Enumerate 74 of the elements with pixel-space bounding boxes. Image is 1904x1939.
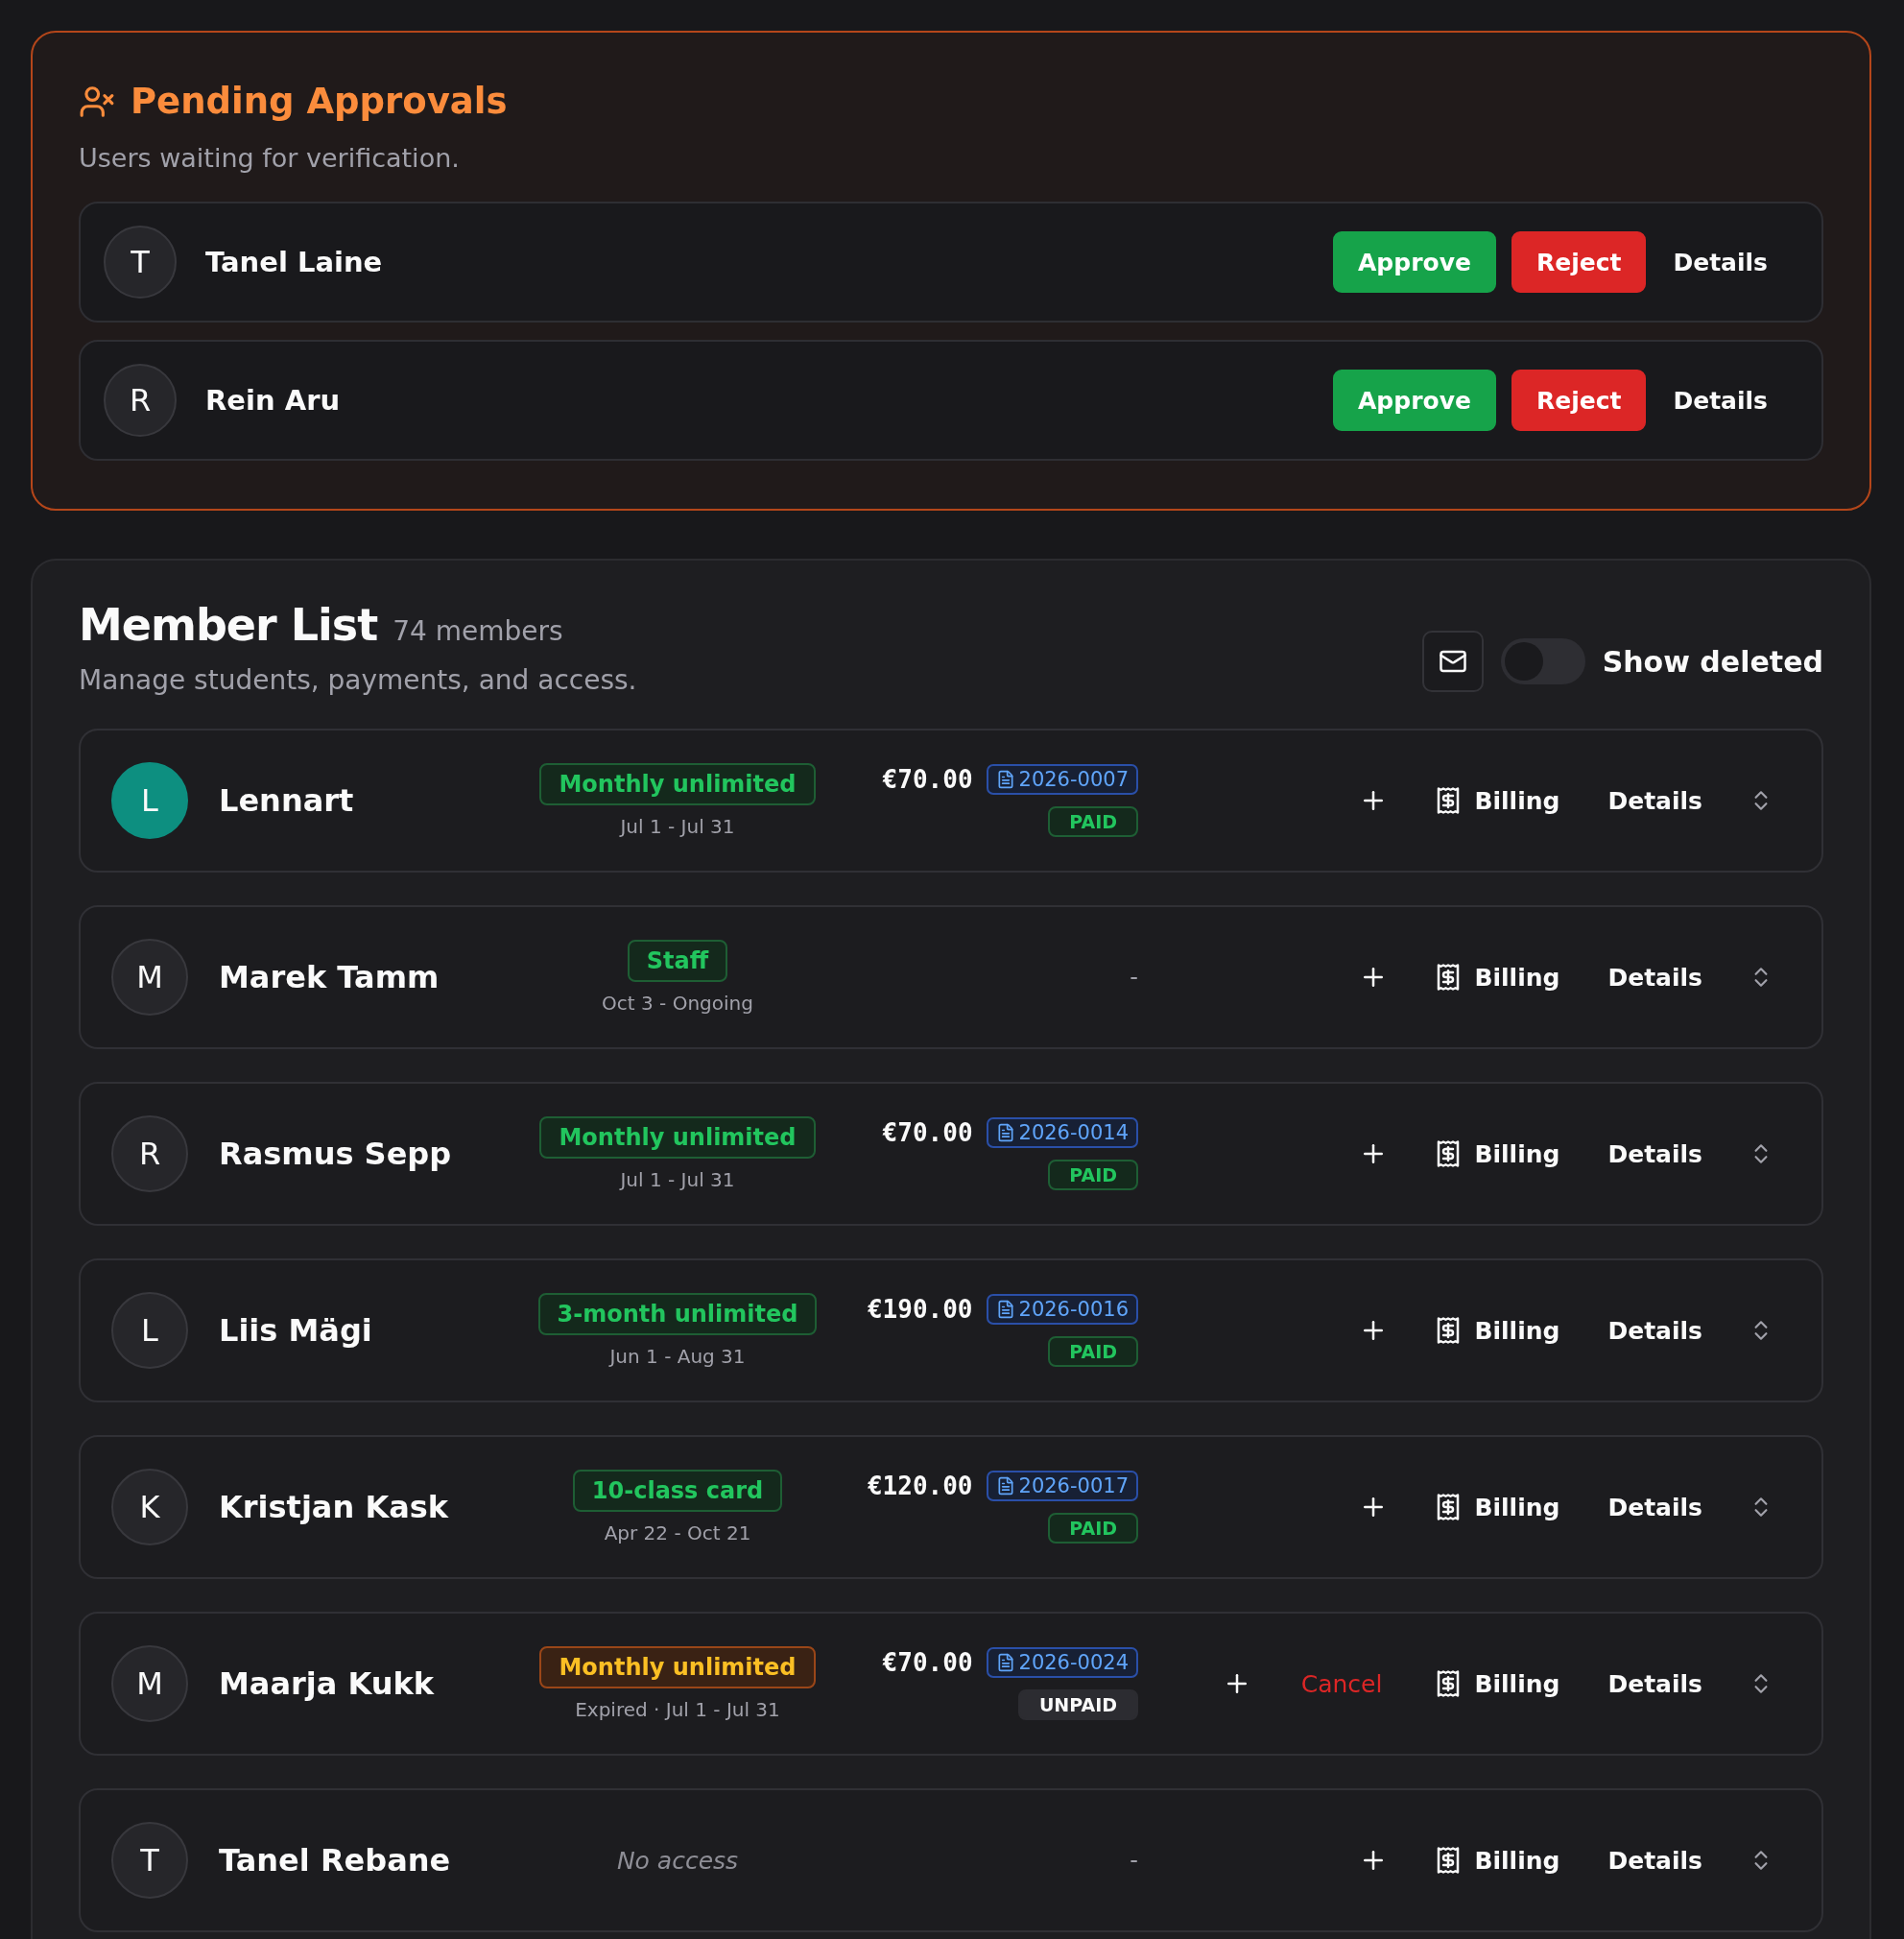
details-button[interactable]: Details	[1600, 1664, 1710, 1704]
billing-button[interactable]: Billing	[1426, 1664, 1568, 1704]
section-subtitle: Users waiting for verification.	[79, 143, 461, 173]
details-button[interactable]: Details	[1655, 376, 1785, 424]
cancel-button[interactable]: Cancel	[1289, 1664, 1394, 1704]
details-button[interactable]: Details	[1600, 1487, 1710, 1527]
payment-amount: €70.00	[882, 1118, 973, 1147]
plan-badge: Monthly unlimited	[539, 1116, 816, 1159]
details-button[interactable]: Details	[1600, 1134, 1710, 1174]
invoice-link[interactable]: 2026-0014	[986, 1117, 1138, 1148]
payment-status: PAID	[1048, 1336, 1138, 1367]
payment-status: PAID	[1048, 1160, 1138, 1190]
empty-payment: -	[1130, 964, 1138, 991]
payment-amount: €70.00	[882, 765, 973, 794]
reject-button[interactable]: Reject	[1511, 231, 1647, 293]
member-name: Maarja Kukk	[219, 1665, 436, 1702]
member-name: Kristjan Kask	[219, 1489, 450, 1525]
avatar: M	[111, 1645, 188, 1722]
payment-amount: €190.00	[867, 1295, 973, 1324]
payment-amount: €120.00	[867, 1472, 973, 1500]
details-button[interactable]: Details	[1655, 238, 1785, 286]
plan-period: Jun 1 - Aug 31	[609, 1345, 746, 1368]
avatar: R	[104, 364, 177, 437]
member-name: Tanel Rebane	[219, 1842, 452, 1879]
member-count: 74 members	[393, 615, 563, 647]
invoice-link[interactable]: 2026-0024	[986, 1647, 1138, 1678]
plan-period: Oct 3 - Ongoing	[602, 992, 753, 1015]
member-name: Lennart	[219, 782, 355, 819]
payment-amount: €70.00	[882, 1648, 973, 1677]
plan-period: Jul 1 - Jul 31	[620, 1168, 735, 1191]
details-button[interactable]: Details	[1600, 780, 1710, 821]
details-button[interactable]: Details	[1600, 957, 1710, 997]
user-name: Tanel Laine	[205, 246, 384, 278]
plan-badge: Staff	[627, 940, 728, 982]
avatar: L	[111, 762, 188, 839]
details-button[interactable]: Details	[1600, 1310, 1710, 1351]
billing-button[interactable]: Billing	[1426, 780, 1568, 821]
avatar: R	[111, 1115, 188, 1192]
avatar: T	[104, 226, 177, 299]
section-subtitle: Manage students, payments, and access.	[79, 664, 637, 696]
section-title: Member List	[79, 599, 378, 651]
empty-payment: -	[1130, 1847, 1138, 1874]
reject-button[interactable]: Reject	[1511, 370, 1647, 431]
member-name: Marek Tamm	[219, 959, 440, 995]
member-name: Rasmus Sepp	[219, 1136, 453, 1172]
invoice-link[interactable]: 2026-0007	[986, 764, 1138, 795]
billing-button[interactable]: Billing	[1426, 1487, 1568, 1527]
avatar: T	[111, 1822, 188, 1899]
member-name: Liis Mägi	[219, 1312, 373, 1349]
section-title: Pending Approvals	[131, 81, 508, 122]
avatar: K	[111, 1469, 188, 1545]
avatar: L	[111, 1292, 188, 1369]
user-name: Rein Aru	[205, 384, 342, 417]
payment-status: PAID	[1048, 806, 1138, 837]
avatar: M	[111, 939, 188, 1016]
plan-period: Apr 22 - Oct 21	[604, 1521, 751, 1544]
billing-button[interactable]: Billing	[1426, 1310, 1568, 1351]
toggle-label: Show deleted	[1602, 644, 1823, 679]
plan-period: Expired · Jul 1 - Jul 31	[575, 1698, 780, 1721]
no-access-text: No access	[616, 1846, 739, 1875]
billing-button[interactable]: Billing	[1426, 1134, 1568, 1174]
payment-status: UNPAID	[1017, 1689, 1138, 1720]
invoice-link[interactable]: 2026-0017	[986, 1471, 1138, 1501]
plan-badge: Monthly unlimited	[539, 1646, 816, 1688]
plan-period: Jul 1 - Jul 31	[620, 815, 735, 838]
plan-badge: Monthly unlimited	[539, 763, 816, 805]
details-button[interactable]: Details	[1600, 1840, 1710, 1880]
invoice-link[interactable]: 2026-0016	[986, 1294, 1138, 1325]
payment-status: PAID	[1048, 1513, 1138, 1544]
email-button[interactable]	[1421, 631, 1484, 692]
plan-badge: 3-month unlimited	[537, 1293, 818, 1335]
billing-button[interactable]: Billing	[1426, 1840, 1568, 1880]
billing-button[interactable]: Billing	[1426, 957, 1568, 997]
plan-badge: 10-class card	[572, 1470, 783, 1512]
